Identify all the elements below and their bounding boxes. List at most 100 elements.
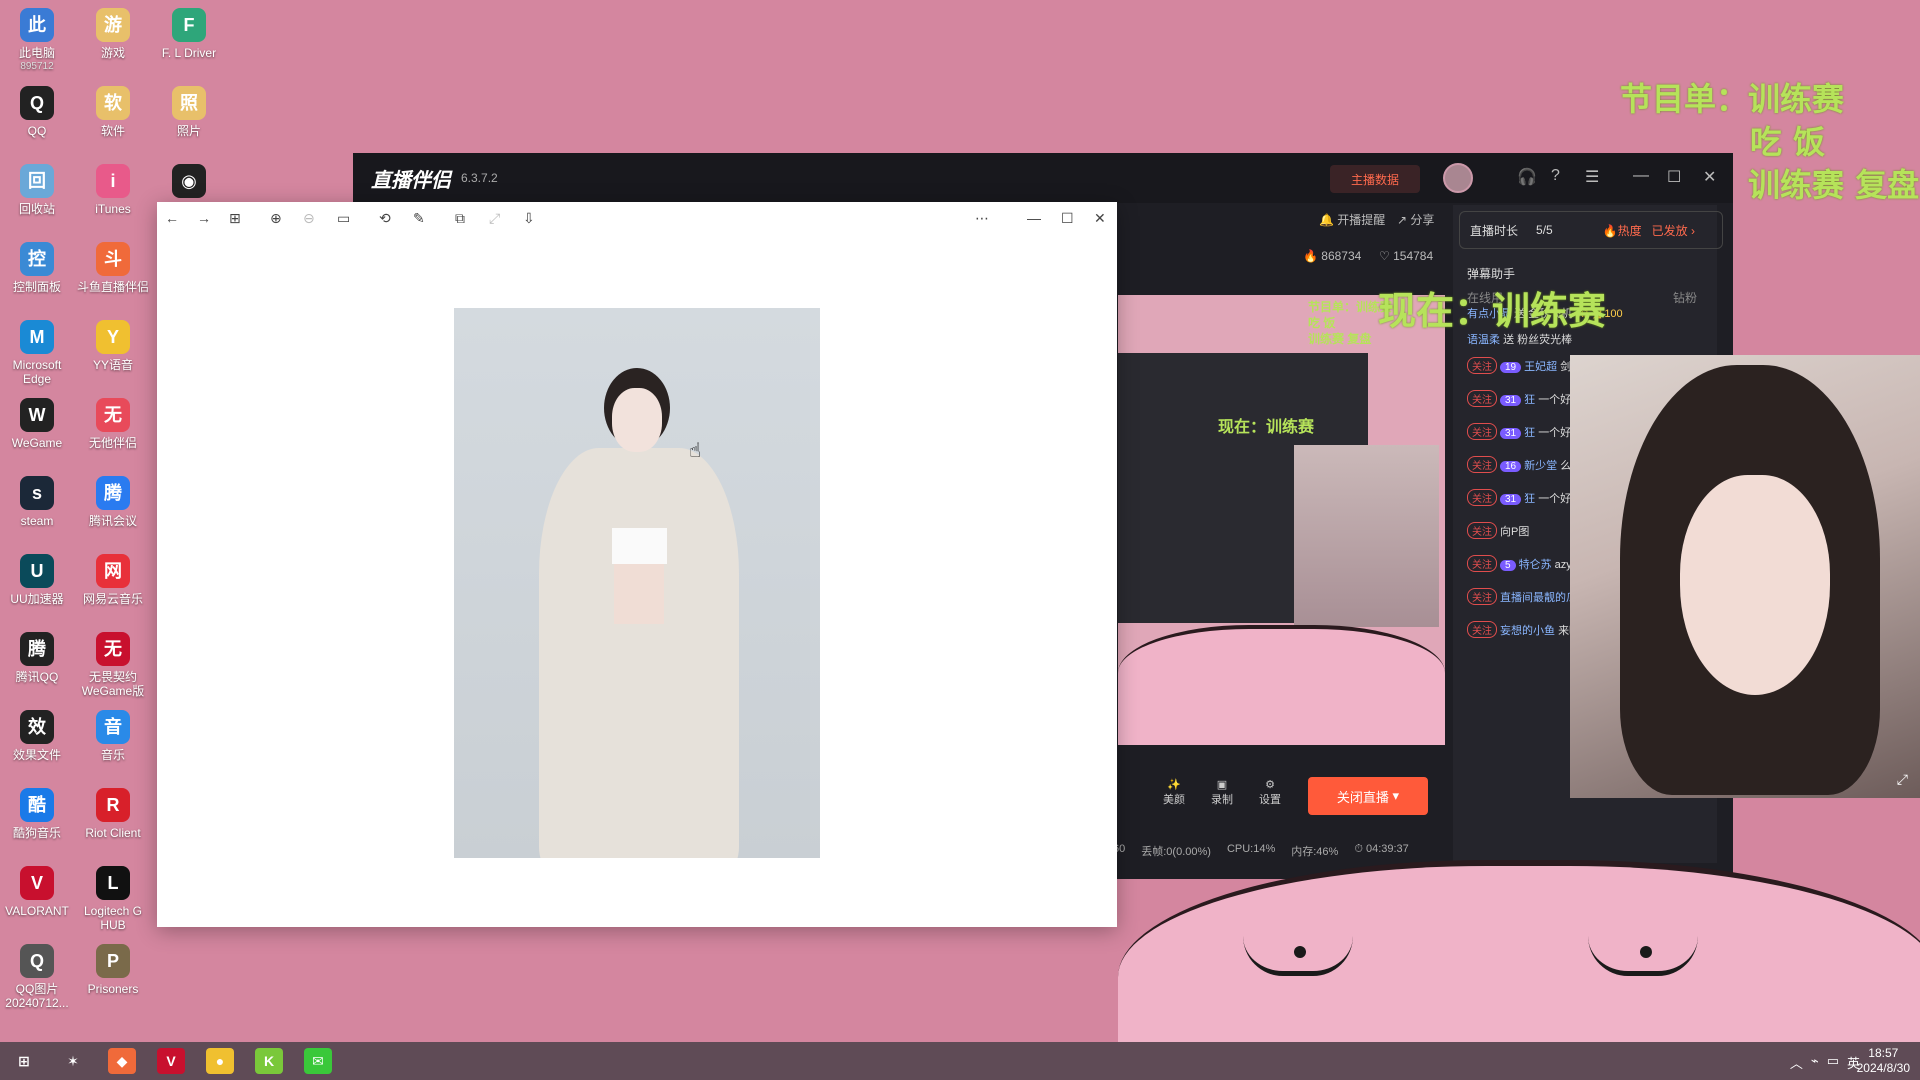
- rotate-icon[interactable]: ⟲: [379, 209, 391, 227]
- network-icon[interactable]: ⌁: [1811, 1053, 1819, 1072]
- forward-icon[interactable]: →: [197, 209, 211, 227]
- remind-button[interactable]: 🔔 开播提醒: [1319, 211, 1385, 228]
- desktop-icon-6[interactable]: 回回收站: [0, 164, 74, 216]
- desktop-icon-10[interactable]: 斗斗鱼直播伴侣: [76, 242, 150, 294]
- douyu-icon[interactable]: ◆: [108, 1048, 136, 1074]
- desktop-icon-27[interactable]: Q QQ图片 20240712...: [0, 944, 74, 1010]
- desktop-icon-0[interactable]: 此此电脑 895712: [0, 8, 74, 74]
- crop-icon[interactable]: ⧉: [455, 209, 465, 227]
- follow-badge[interactable]: 关注: [1467, 621, 1497, 638]
- photo-image[interactable]: [454, 308, 820, 858]
- valorant-icon[interactable]: V: [157, 1048, 185, 1074]
- chat-username[interactable]: 狂: [1524, 493, 1535, 505]
- desktop-icon-11[interactable]: M Microsoft Edge: [0, 320, 74, 386]
- desktop-icon-15[interactable]: s steam: [0, 476, 74, 528]
- viewer-close-icon[interactable]: ✕: [1094, 209, 1106, 227]
- chat-username[interactable]: 特仑苏: [1519, 559, 1552, 571]
- desktop-icon-14[interactable]: 无无他伴侣: [76, 398, 150, 450]
- maximize-icon[interactable]: ☐: [1667, 167, 1681, 187]
- desktop-icon-2[interactable]: F F. L Driver: [152, 8, 226, 60]
- headset-icon[interactable]: 🎧: [1517, 167, 1537, 187]
- chat-username[interactable]: 王妃超: [1524, 361, 1557, 373]
- chat-username[interactable]: 妄想的小鱼: [1500, 625, 1555, 637]
- grid-icon[interactable]: ⊞: [229, 209, 241, 227]
- follow-badge[interactable]: 关注: [1467, 456, 1497, 473]
- follow-badge[interactable]: 关注: [1467, 522, 1497, 539]
- folder-icon: 软: [96, 86, 130, 120]
- desktop-icon-3[interactable]: Q QQ: [0, 86, 74, 138]
- zoom-in-icon[interactable]: ⊕: [270, 209, 282, 227]
- zoom-out-icon[interactable]: ⊖: [303, 209, 315, 227]
- record-button[interactable]: ▣ 录制: [1211, 778, 1233, 807]
- desktop-icon-24[interactable]: R Riot Client: [76, 788, 150, 840]
- desktop-icon-19[interactable]: 腾腾讯QQ: [0, 632, 74, 684]
- desktop-icon-7[interactable]: i iTunes: [76, 164, 150, 216]
- follow-badge[interactable]: 关注: [1467, 555, 1497, 572]
- camera-overlay: ⤢: [1570, 355, 1920, 798]
- desktop-icon-13[interactable]: W WeGame: [0, 398, 74, 450]
- desktop-icon-label: QQ图片 20240712...: [5, 982, 69, 1010]
- desktop-icon-26[interactable]: L Logitech G HUB: [76, 866, 150, 932]
- desktop-icon-16[interactable]: 腾腾讯会议: [76, 476, 150, 528]
- settings-button[interactable]: ⚙ 设置: [1259, 778, 1281, 807]
- desktop-icon-22[interactable]: 音音乐: [76, 710, 150, 762]
- desktop-icon-12[interactable]: Y YY语音: [76, 320, 150, 372]
- back-icon[interactable]: ←: [165, 209, 179, 227]
- display-icon[interactable]: ▭: [1827, 1053, 1839, 1072]
- clock[interactable]: 18:57 2024/8/30: [1857, 1046, 1910, 1076]
- tray-arrow-icon[interactable]: ︿: [1790, 1053, 1803, 1072]
- desktop-icon-25[interactable]: V VALORANT: [0, 866, 74, 918]
- desktop-icon-23[interactable]: 酷酷狗音乐: [0, 788, 74, 840]
- photo-suit: [539, 448, 739, 858]
- follow-badge[interactable]: 关注: [1467, 423, 1497, 440]
- desktop-icon-5[interactable]: 照照片: [152, 86, 226, 138]
- desktop-icon-label: 照片: [176, 124, 201, 138]
- desktop-icon-17[interactable]: U UU加速器: [0, 554, 74, 606]
- effect-file-icon: 效: [20, 710, 54, 744]
- desktop-icon-20[interactable]: 无无畏契约 WeGame版: [76, 632, 150, 698]
- kook-icon[interactable]: K: [255, 1048, 283, 1074]
- desktop-icon-label: 网易云音乐: [82, 592, 143, 606]
- viewer-minimize-icon[interactable]: —: [1027, 209, 1041, 227]
- close-live-button[interactable]: 关闭直播 ▾: [1308, 777, 1428, 815]
- desktop-icon-8[interactable]: ◉: [152, 164, 226, 202]
- expand-icon[interactable]: ⤢: [1897, 771, 1908, 788]
- desktop-icon-21[interactable]: 效效果文件: [0, 710, 74, 762]
- desktop-icon-label: QQ: [27, 124, 47, 138]
- start-icon[interactable]: ⊞: [10, 1048, 38, 1074]
- yy-icon[interactable]: ●: [206, 1048, 234, 1074]
- close-icon[interactable]: ✕: [1703, 167, 1716, 187]
- viewer-maximize-icon[interactable]: ☐: [1061, 209, 1074, 227]
- chat-username[interactable]: 新少堂: [1524, 460, 1557, 472]
- netease-music-icon: 网: [96, 554, 130, 588]
- effect-app-icon[interactable]: ✶: [59, 1048, 87, 1074]
- more-icon[interactable]: ⋯: [975, 209, 989, 227]
- follow-badge[interactable]: 关注: [1467, 357, 1497, 374]
- edit-icon[interactable]: ✎: [413, 209, 425, 227]
- wechat-icon[interactable]: ✉: [304, 1048, 332, 1074]
- minimize-icon[interactable]: —: [1633, 167, 1649, 185]
- menu-icon[interactable]: ☰: [1585, 167, 1599, 187]
- download-icon[interactable]: ⇩: [523, 209, 535, 227]
- chat-username[interactable]: 狂: [1524, 427, 1535, 439]
- desktop-icon-9[interactable]: 控控制面板: [0, 242, 74, 294]
- help-icon[interactable]: ?: [1551, 167, 1560, 185]
- fit-icon[interactable]: ▭: [337, 209, 350, 227]
- follow-badge[interactable]: 关注: [1467, 489, 1497, 506]
- anchor-data-button[interactable]: 主播数据: [1330, 165, 1420, 193]
- desktop-icon-28[interactable]: P Prisoners: [76, 944, 150, 996]
- avatar[interactable]: [1443, 163, 1473, 193]
- live-duration[interactable]: 直播时长 5/5 🔥热度 已发放 ›: [1459, 211, 1723, 249]
- remind-label: 开播提醒: [1337, 213, 1386, 227]
- follow-badge[interactable]: 关注: [1467, 390, 1497, 407]
- preview-now: 现在：训练赛: [1218, 419, 1315, 436]
- chat-username[interactable]: 狂: [1524, 394, 1535, 406]
- follow-badge[interactable]: 关注: [1467, 588, 1497, 605]
- share-button[interactable]: ↗ 分享: [1397, 211, 1434, 228]
- chat-username[interactable]: 语温柔: [1467, 334, 1500, 346]
- desktop-icon-1[interactable]: 游游戏: [76, 8, 150, 60]
- desktop-icon-4[interactable]: 软软件: [76, 86, 150, 138]
- fullscreen-icon[interactable]: ⤢: [489, 209, 500, 227]
- desktop-icon-18[interactable]: 网网易云音乐: [76, 554, 150, 606]
- beauty-button[interactable]: ✨ 美颜: [1163, 778, 1185, 807]
